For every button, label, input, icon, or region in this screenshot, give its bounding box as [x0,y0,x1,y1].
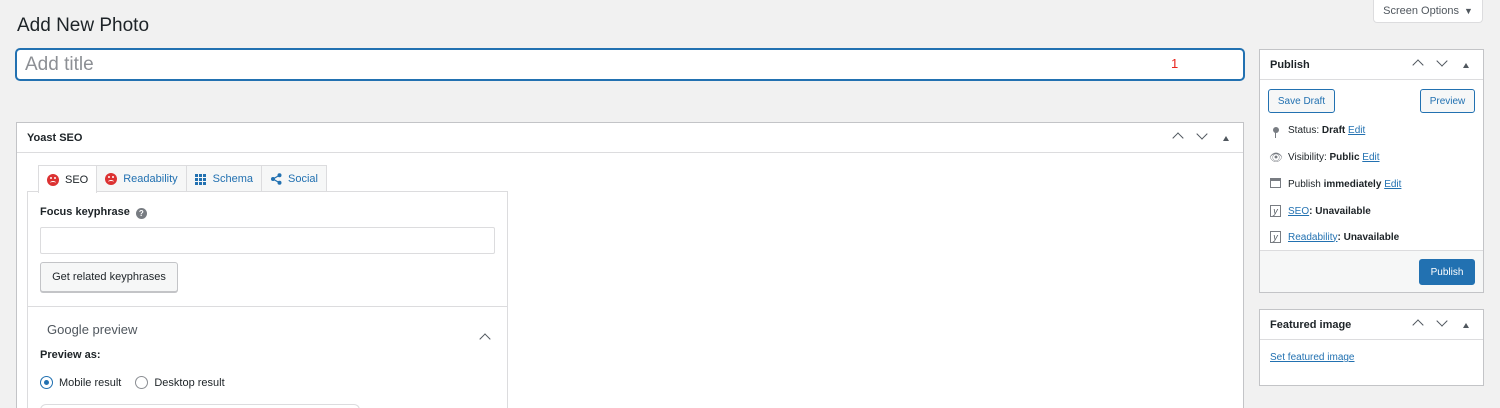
move-up-icon[interactable] [1411,317,1425,332]
yoast-icon: y [1270,205,1281,217]
screen-options-label: Screen Options [1383,5,1459,17]
tab-schema[interactable]: Schema [185,165,263,192]
edit-schedule-link[interactable]: Edit [1384,179,1401,190]
post-title-input[interactable] [16,49,1244,80]
seo-link[interactable]: SEO [1288,206,1309,217]
schedule-label: Publish [1288,179,1321,190]
yoast-title: Yoast SEO [27,131,83,144]
tab-readability-label: Readability [123,173,178,185]
tab-seo[interactable]: SEO [38,165,98,193]
collapse-toggle-icon[interactable] [1459,59,1473,71]
edit-visibility-link[interactable]: Edit [1362,152,1379,163]
focus-keyphrase-input[interactable] [40,227,495,254]
calendar-icon [1270,178,1281,188]
move-down-icon[interactable] [1435,315,1449,332]
radio-unselected-icon [135,376,149,389]
publish-button[interactable]: Publish [1419,259,1475,285]
readability-score-row: y Readability: Unavailable [1269,231,1399,243]
schedule-value: immediately [1323,179,1382,190]
collapse-toggle-icon[interactable] [1219,132,1233,144]
tab-social-label: Social [288,173,318,185]
yoast-header: Yoast SEO [17,123,1243,153]
eye-icon: 👁 [1269,152,1283,164]
schedule-row: Publish immediately Edit [1269,178,1401,191]
preview-mode-radios: Mobile result Desktop result [40,376,225,389]
divider [28,306,507,307]
seo-value: : Unavailable [1309,205,1371,217]
help-icon[interactable]: ? [135,208,147,219]
featured-title: Featured image [1270,318,1352,331]
collapse-toggle-icon[interactable] [1459,319,1473,331]
tab-schema-label: Schema [212,173,254,185]
sad-face-icon [47,173,59,186]
tab-social[interactable]: Social [261,165,327,192]
save-draft-button[interactable]: Save Draft [1268,89,1335,113]
sad-face-icon [105,173,118,185]
grid-icon [194,173,207,185]
visibility-label: Visibility: [1288,152,1327,163]
status-row: Status: Draft Edit [1269,124,1365,138]
move-up-icon[interactable] [1171,130,1185,145]
tab-readability[interactable]: Readability [96,165,187,192]
move-up-icon[interactable] [1411,57,1425,72]
google-preview-card [40,404,360,408]
focus-keyphrase-text: Focus keyphrase [40,206,130,218]
move-down-icon[interactable] [1195,128,1209,145]
radio-mobile-result[interactable]: Mobile result [40,376,121,389]
tab-seo-label: SEO [65,173,89,186]
pin-icon [1272,127,1279,138]
visibility-row: 👁 Visibility: Public Edit [1269,151,1380,164]
status-value: Draft [1321,124,1346,136]
annotation-1: 1 [1171,56,1179,71]
readability-value: : Unavailable [1337,231,1400,243]
get-related-keyphrases-button[interactable]: Get related keyphrases [40,262,178,292]
publish-header: Publish [1260,50,1483,80]
preview-as-label: Preview as: [40,349,101,361]
share-icon [271,173,282,185]
chevron-up-icon[interactable] [479,330,491,348]
set-featured-image-link[interactable]: Set featured image [1270,352,1355,363]
yoast-seo-box: Yoast SEO SEO Readability Schema Social … [16,122,1244,408]
readability-link[interactable]: Readability [1288,232,1337,243]
seo-score-row: y SEO: Unavailable [1269,205,1371,217]
seo-panel: Focus keyphrase? Get related keyphrases … [27,191,508,408]
featured-image-box: Featured image Set featured image [1259,309,1484,386]
visibility-value: Public [1329,152,1360,163]
yoast-icon: y [1270,231,1281,243]
status-label: Status: [1288,124,1320,136]
radio-desktop-result[interactable]: Desktop result [135,376,225,389]
radio-desktop-label: Desktop result [154,376,225,389]
screen-options-button[interactable]: Screen Options ▼ [1373,0,1483,23]
publish-title: Publish [1270,58,1310,71]
featured-header: Featured image [1260,310,1483,340]
move-down-icon[interactable] [1435,55,1449,72]
publish-box: Publish Save Draft Preview Status: Draft… [1259,49,1484,293]
dropdown-arrow-icon: ▼ [1463,6,1473,16]
page-title: Add New Photo [17,15,150,36]
edit-status-link[interactable]: Edit [1348,125,1365,136]
preview-button[interactable]: Preview [1420,89,1475,113]
publish-actions: Publish [1260,250,1483,292]
yoast-tabs: SEO Readability Schema Social [38,165,327,193]
focus-keyphrase-label: Focus keyphrase? [40,206,147,219]
radio-mobile-label: Mobile result [59,376,122,389]
radio-selected-icon [40,376,53,389]
google-preview-title[interactable]: Google preview [47,322,137,337]
